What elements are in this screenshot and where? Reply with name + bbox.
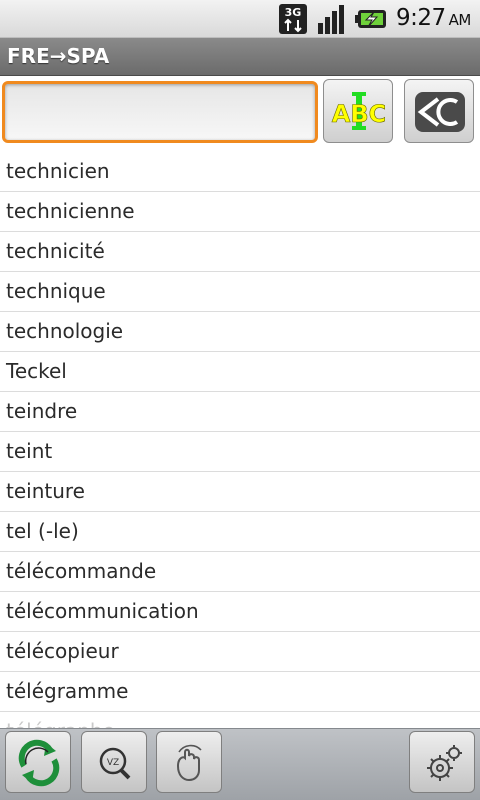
sync-arrows-icon	[18, 739, 60, 787]
search-row: ABC	[0, 76, 480, 152]
zoom-button[interactable]: VZ	[81, 731, 147, 793]
signal-strength-icon	[318, 5, 344, 34]
title-bar: FRE→SPA	[0, 38, 480, 76]
list-item[interactable]: tel (-le)	[0, 512, 480, 552]
status-bar: 3G 9:27 AM	[0, 0, 480, 38]
list-item[interactable]: teinture	[0, 472, 480, 512]
list-item[interactable]: technicité	[0, 232, 480, 272]
list-item[interactable]: Teckel	[0, 352, 480, 392]
battery-charging-icon	[355, 10, 386, 28]
3g-data-icon: 3G	[279, 4, 307, 34]
clock-time: 9:27	[396, 5, 446, 31]
list-item[interactable]: technicienne	[0, 192, 480, 232]
page-title: FRE→SPA	[7, 44, 110, 68]
list-item[interactable]: télégramme	[0, 672, 480, 712]
gesture-hand-icon	[176, 744, 202, 782]
settings-gears-icon	[427, 745, 462, 781]
list-item[interactable]: télécommunication	[0, 592, 480, 632]
clock: 9:27 AM	[396, 5, 471, 31]
list-item[interactable]: technicien	[0, 152, 480, 192]
abc-spellcheck-icon: ABC	[331, 92, 387, 130]
list-item[interactable]: télécommande	[0, 552, 480, 592]
bottom-toolbar: VZ	[0, 728, 480, 800]
svg-text:3G: 3G	[285, 6, 302, 19]
list-item[interactable]: télécopieur	[0, 632, 480, 672]
list-item[interactable]: technologie	[0, 312, 480, 352]
settings-button[interactable]	[409, 731, 475, 793]
gesture-button[interactable]	[156, 731, 222, 793]
clear-c-icon	[415, 92, 465, 132]
spellcheck-button[interactable]: ABC	[323, 79, 393, 143]
list-item[interactable]: télégraphe	[0, 712, 480, 728]
search-input[interactable]	[2, 81, 318, 143]
svg-text:VZ: VZ	[107, 758, 119, 768]
list-item[interactable]: technique	[0, 272, 480, 312]
clear-button[interactable]	[404, 79, 474, 143]
list-item[interactable]: teindre	[0, 392, 480, 432]
clock-ampm: AM	[448, 11, 472, 29]
sync-button[interactable]	[5, 731, 71, 793]
abc-label: ABC	[332, 100, 386, 128]
zoom-search-icon: VZ	[99, 747, 131, 780]
list-item[interactable]: teint	[0, 432, 480, 472]
word-list[interactable]: technicien technicienne technicité techniqu…	[0, 152, 480, 728]
